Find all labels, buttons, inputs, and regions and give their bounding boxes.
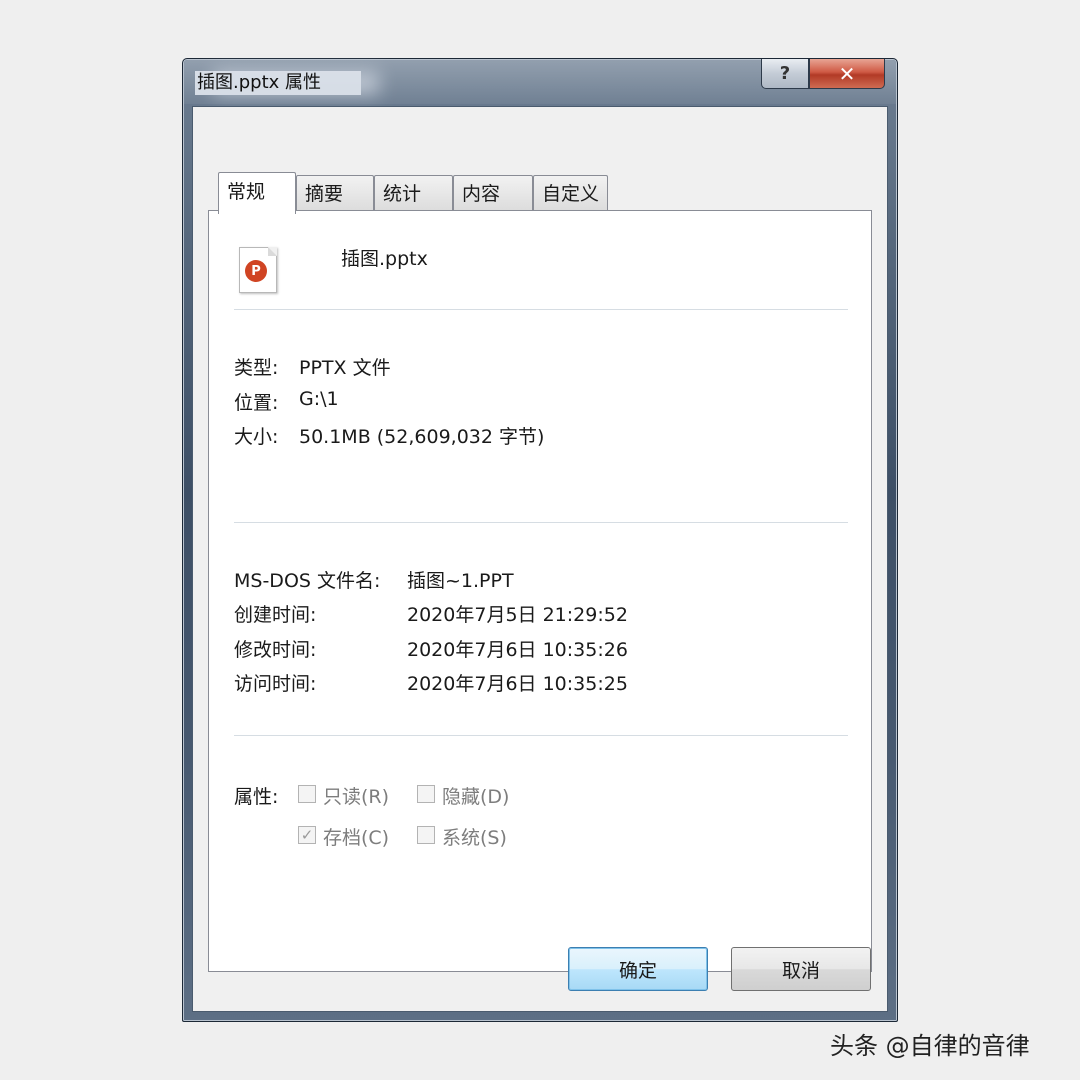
- archive-checkbox[interactable]: ✓: [298, 826, 316, 844]
- system-label[interactable]: 系统(S): [442, 823, 507, 850]
- tab-contents[interactable]: 内容: [453, 175, 533, 211]
- hidden-checkbox[interactable]: [417, 785, 435, 803]
- divider: [234, 522, 848, 523]
- cancel-button[interactable]: 取消: [731, 947, 871, 991]
- powerpoint-badge: P: [245, 260, 273, 282]
- modified-label: 修改时间:: [234, 639, 317, 661]
- type-label: 类型:: [234, 357, 279, 379]
- size-label: 大小:: [234, 426, 279, 448]
- location-label: 位置:: [234, 392, 279, 414]
- help-icon: ?: [779, 63, 791, 84]
- dialog-client-area: 常规 摘要 统计 内容 自定义 P 插图.pptx 类型: PPTX 文件 位置…: [192, 106, 888, 1012]
- attributes-label: 属性:: [234, 786, 279, 808]
- checkmark-icon: ✓: [300, 825, 314, 844]
- close-icon: ✕: [838, 61, 856, 86]
- close-button[interactable]: ✕: [809, 59, 885, 89]
- divider: [234, 309, 848, 310]
- archive-label[interactable]: 存档(C): [323, 823, 389, 850]
- powerpoint-file-icon: P: [239, 247, 277, 293]
- modified-value: 2020年7月6日 10:35:26: [407, 639, 628, 661]
- created-label: 创建时间:: [234, 604, 317, 626]
- system-checkbox[interactable]: [417, 826, 435, 844]
- general-tab-panel: P 插图.pptx 类型: PPTX 文件 位置: G:\1 大小: 50.1M…: [208, 210, 872, 972]
- watermark-text: 头条 @自律的音律: [830, 1032, 1030, 1060]
- tab-summary[interactable]: 摘要: [296, 175, 374, 211]
- tab-general[interactable]: 常规: [218, 172, 296, 214]
- window-title: 插图.pptx 属性: [195, 71, 362, 95]
- hidden-label[interactable]: 隐藏(D): [442, 782, 509, 809]
- help-button[interactable]: ?: [761, 59, 809, 89]
- readonly-checkbox[interactable]: [298, 785, 316, 803]
- accessed-label: 访问时间:: [234, 673, 317, 695]
- ok-button[interactable]: 确定: [568, 947, 708, 991]
- tab-statistics[interactable]: 统计: [374, 175, 453, 211]
- msdos-name-label: MS-DOS 文件名:: [234, 570, 381, 592]
- msdos-name-value: 插图~1.PPT: [407, 570, 514, 592]
- size-value: 50.1MB (52,609,032 字节): [299, 426, 545, 448]
- readonly-label[interactable]: 只读(R): [323, 782, 389, 809]
- tab-custom[interactable]: 自定义: [533, 175, 608, 211]
- created-value: 2020年7月5日 21:29:52: [407, 604, 628, 626]
- file-name: 插图.pptx: [341, 248, 428, 270]
- accessed-value: 2020年7月6日 10:35:25: [407, 673, 628, 695]
- divider: [234, 735, 848, 736]
- properties-dialog: 插图.pptx 属性 ? ✕ 常规 摘要 统计 内容 自定义 P 插图.pptx…: [182, 58, 898, 1022]
- location-value: G:\1: [299, 388, 339, 410]
- type-value: PPTX 文件: [299, 357, 391, 379]
